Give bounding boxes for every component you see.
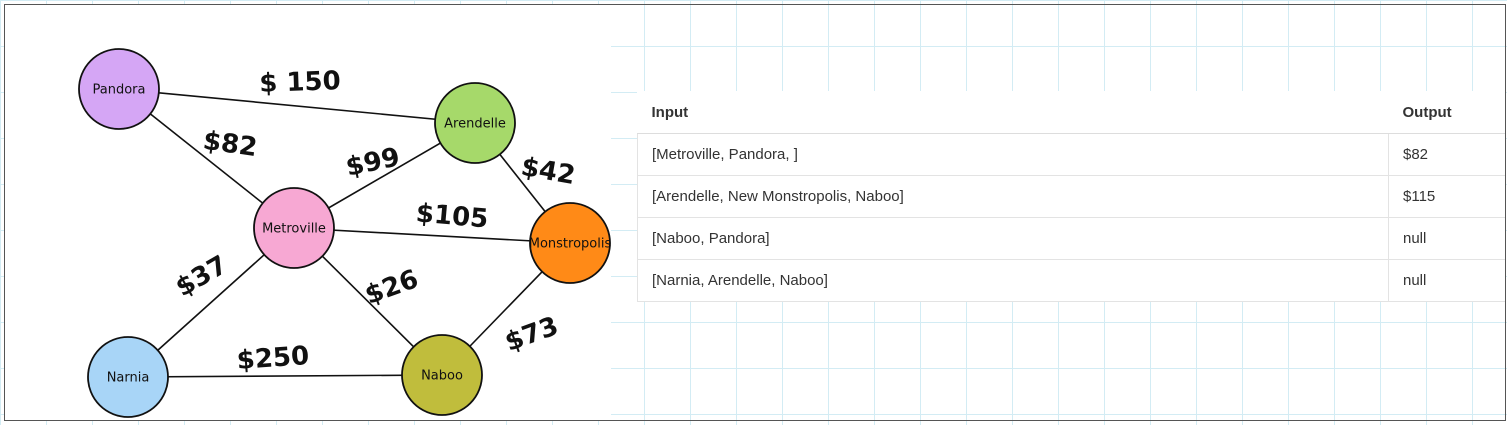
cell-output: $115 bbox=[1388, 175, 1505, 218]
edge-cost-label: $42 bbox=[519, 152, 578, 191]
cell-output: null bbox=[1388, 259, 1505, 302]
node-label-naboo: Naboo bbox=[421, 369, 463, 384]
table-row: [Arendelle, New Monstropolis, Naboo] $11… bbox=[637, 175, 1505, 218]
node-label-metroville: Metroville bbox=[262, 222, 326, 237]
cell-input: [Narnia, Arendelle, Naboo] bbox=[637, 259, 1389, 302]
node-label-arendelle: Arendelle bbox=[444, 117, 506, 132]
cell-output: null bbox=[1388, 217, 1505, 260]
graph-diagram: $ 150 $82 $99 $42 $105 $37 $26 $73 $250 Pandora Ar… bbox=[5, 5, 611, 420]
edge-cost-label: $ 150 bbox=[259, 66, 341, 99]
node-label-pandora: Pandora bbox=[93, 83, 146, 98]
content-frame: $ 150 $82 $99 $42 $105 $37 $26 $73 $250 Pandora Ar… bbox=[4, 4, 1506, 421]
graph-canvas: $ 150$82 $99 $42 $105 $37 $26 $73 $250 Pandora Ar… bbox=[78, 48, 611, 418]
edge-cost-label: $73 bbox=[501, 311, 562, 358]
edge-narnia-naboo bbox=[127, 374, 443, 378]
table-header-row: Input Output bbox=[637, 91, 1505, 134]
table-row: [Naboo, Pandora] null bbox=[637, 217, 1505, 260]
cell-output: $82 bbox=[1388, 133, 1505, 176]
edge-cost-label: $37 bbox=[171, 250, 233, 303]
node-label-narnia: Narnia bbox=[107, 371, 150, 386]
edge-cost-label: $82 bbox=[201, 126, 259, 163]
edge-cost-label: $99 bbox=[343, 142, 402, 183]
io-table-container: Input Output [Metroville, Pandora, ] $82… bbox=[637, 91, 1505, 302]
header-input: Input bbox=[637, 91, 1389, 134]
cell-input: [Arendelle, New Monstropolis, Naboo] bbox=[637, 175, 1389, 218]
cell-input: [Metroville, Pandora, ] bbox=[637, 133, 1389, 176]
edge-cost-label: $250 bbox=[236, 341, 310, 376]
table-row: [Narnia, Arendelle, Naboo] null bbox=[637, 259, 1505, 302]
edge-cost-label: $26 bbox=[361, 264, 422, 311]
table-row: [Metroville, Pandora, ] $82 bbox=[637, 133, 1505, 176]
cell-input: [Naboo, Pandora] bbox=[637, 217, 1389, 260]
edge-cost-label: $105 bbox=[415, 198, 490, 234]
io-table: Input Output [Metroville, Pandora, ] $82… bbox=[637, 91, 1505, 302]
header-output: Output bbox=[1388, 91, 1505, 134]
node-label-monstropolis: Monstropolis bbox=[529, 237, 611, 252]
